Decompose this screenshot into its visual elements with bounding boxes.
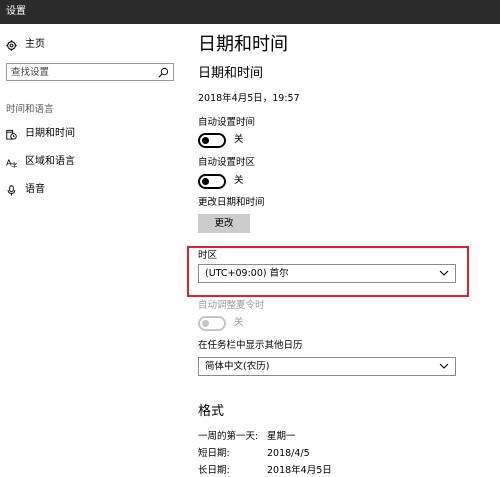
search-input[interactable]	[11, 66, 151, 78]
region-language-icon: A 字	[6, 157, 17, 168]
toggle-knob	[202, 136, 209, 144]
format-value: 2018年4月5日	[267, 465, 332, 476]
dst-toggle	[198, 315, 226, 331]
dst-state: 关	[234, 317, 244, 328]
format-value: 2018/4/5	[267, 448, 310, 459]
svg-text:字: 字	[11, 160, 17, 167]
nav-home[interactable]: 主页	[6, 37, 45, 53]
auto-time-toggle[interactable]	[198, 132, 226, 148]
sidebar-item-label: 语音	[25, 184, 45, 195]
timezone-value: (UTC+09:00) 首尔	[205, 268, 289, 279]
current-datetime: 2018年4月5日，19:57	[198, 93, 300, 104]
microphone-icon	[7, 184, 16, 196]
dst-row: 关	[198, 315, 244, 331]
sidebar: 主页 时间和语言 日期和时间 A 字 区域和语言 语音	[0, 24, 184, 477]
auto-timezone-toggle[interactable]	[198, 173, 226, 189]
dst-label: 自动调整夏令时	[198, 300, 265, 311]
calendar-clock-icon	[6, 129, 17, 140]
auto-timezone-label: 自动设置时区	[198, 157, 256, 168]
search-icon[interactable]	[158, 67, 169, 78]
toggle-knob	[202, 177, 209, 185]
format-key: 短日期:	[198, 448, 230, 459]
change-button[interactable]: 更改	[198, 214, 250, 233]
auto-timezone-state: 关	[234, 175, 244, 186]
sidebar-item-region-language[interactable]: A 字 区域和语言	[6, 154, 75, 170]
timezone-label: 时区	[198, 250, 218, 261]
chevron-down-icon	[439, 363, 449, 369]
taskbar-calendar-select[interactable]: 简体中文(农历)	[198, 357, 456, 376]
chevron-down-icon	[439, 270, 449, 276]
page-title: 日期和时间	[198, 34, 288, 55]
sub-title: 日期和时间	[198, 66, 264, 81]
sidebar-section-title: 时间和语言	[6, 104, 54, 115]
search-box[interactable]	[6, 63, 174, 81]
main-content: 日期和时间 日期和时间 2018年4月5日，19:57 自动设置时间 关 自动设…	[184, 24, 500, 477]
window-title: 设置	[6, 6, 26, 17]
format-heading: 格式	[198, 404, 225, 419]
sidebar-item-label: 日期和时间	[25, 128, 75, 139]
sidebar-item-label: 区域和语言	[25, 156, 75, 167]
change-datetime-label: 更改日期和时间	[198, 197, 265, 208]
taskbar-calendar-label: 在任务栏中显示其他日历	[198, 340, 303, 351]
title-bar: 设置	[0, 0, 500, 24]
timezone-select[interactable]: (UTC+09:00) 首尔	[198, 264, 456, 283]
sidebar-item-speech[interactable]: 语音	[6, 182, 45, 198]
gear-icon	[6, 39, 17, 51]
format-key: 长日期:	[198, 465, 230, 476]
format-key: 一周的第一天:	[198, 431, 259, 442]
sidebar-item-date-time[interactable]: 日期和时间	[6, 126, 75, 142]
auto-time-label: 自动设置时间	[198, 117, 256, 128]
toggle-knob	[202, 319, 209, 327]
nav-home-label: 主页	[25, 39, 45, 50]
format-value: 星期一	[267, 431, 296, 442]
auto-time-state: 关	[234, 134, 244, 145]
auto-time-row: 关	[198, 132, 244, 148]
auto-timezone-row: 关	[198, 173, 244, 189]
taskbar-calendar-value: 简体中文(农历)	[205, 361, 270, 372]
